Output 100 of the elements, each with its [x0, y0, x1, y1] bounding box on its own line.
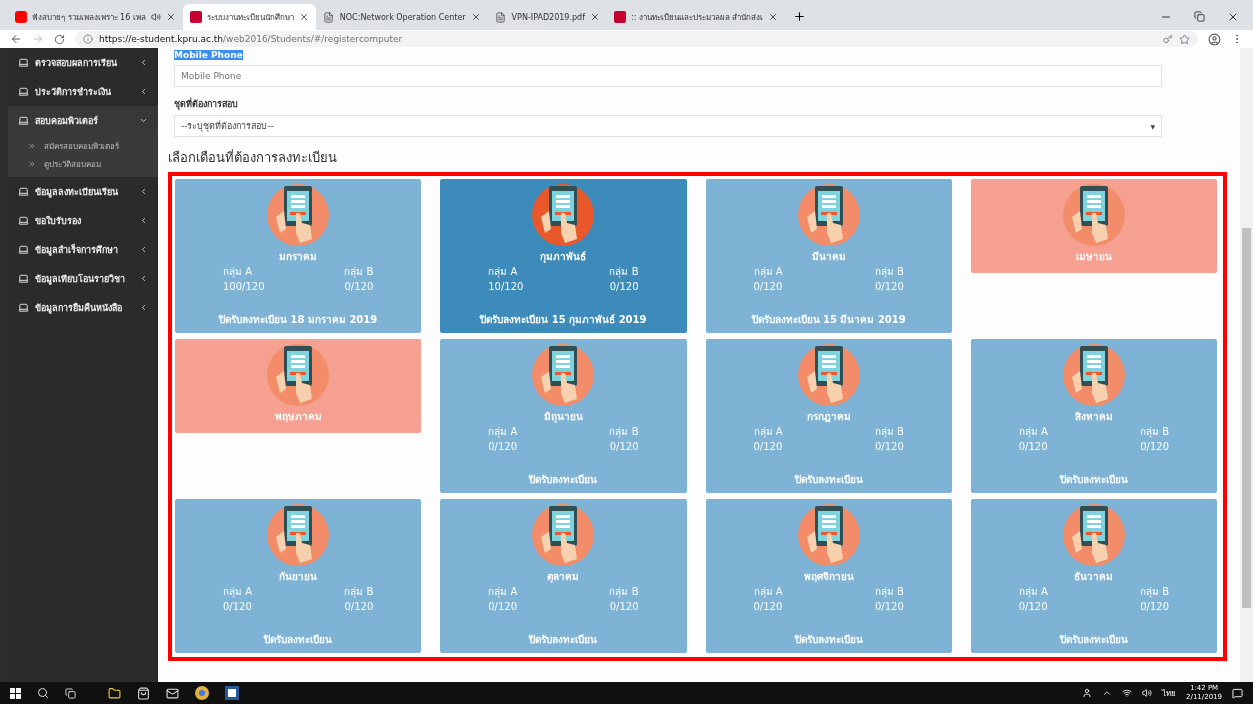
document-app-icon[interactable] — [225, 686, 239, 700]
seat-count: 0/120 — [873, 600, 904, 614]
close-icon[interactable] — [298, 12, 309, 22]
mail-icon[interactable] — [166, 686, 179, 700]
profile-icon[interactable] — [1208, 32, 1221, 46]
people-icon[interactable] — [1082, 688, 1093, 698]
sidebar-item[interactable]: ข้อมูลเทียบโอนรายวิชา — [8, 264, 158, 293]
chevron-up-icon[interactable] — [1102, 688, 1113, 698]
registration-status: ปิดรับลงทะเบียน 15 กุมภาพันธ์ 2019 — [480, 313, 647, 327]
document-icon — [322, 11, 335, 23]
seat-count: 0/120 — [343, 600, 374, 614]
scrollbar[interactable] — [1240, 48, 1253, 682]
phone-input[interactable]: Mobile Phone — [174, 65, 1162, 87]
chevron-left-icon — [139, 274, 148, 283]
browser-tab[interactable]: ฟังสบายๆ รวมเพลงเพราะ 16 เพล — [8, 4, 183, 30]
speaker-icon[interactable] — [1142, 688, 1153, 698]
laptop-icon — [18, 57, 29, 68]
sidebar-item[interactable]: ข้อมูลสำเร็จการศึกษา — [8, 235, 158, 264]
sidebar-item[interactable]: ขอใบรับรอง — [8, 206, 158, 235]
tablet-hand-icon — [531, 503, 596, 567]
restore-icon[interactable] — [1194, 11, 1205, 22]
laptop-icon — [18, 273, 29, 284]
seat-count: 0/120 — [873, 280, 904, 294]
sidebar-item[interactable]: สอบคอมพิวเตอร์ — [8, 106, 158, 135]
tablet-hand-icon — [796, 343, 861, 407]
seat-count: 0/120 — [608, 600, 639, 614]
tablet-hand-icon — [1061, 183, 1126, 247]
group-label: กลุ่ม A — [753, 265, 784, 279]
registration-status: ปิดรับลงทะเบียน — [1059, 633, 1128, 647]
sidebar-item[interactable]: ตรวจสอบผลการเรียน — [8, 48, 158, 77]
document-icon — [494, 11, 507, 23]
group-label: กลุ่ม B — [1138, 585, 1169, 599]
windows-icon[interactable] — [10, 687, 21, 699]
seat-count: 0/120 — [873, 440, 904, 454]
new-tab-icon[interactable] — [793, 10, 807, 23]
close-icon[interactable] — [589, 12, 600, 22]
chevron-left-icon — [139, 303, 148, 312]
back-icon[interactable] — [10, 33, 22, 45]
chevron-left-icon — [139, 187, 148, 196]
sidebar-subitem[interactable]: ดูประวัติสอบคอม — [8, 155, 158, 173]
chrome-icon[interactable] — [195, 686, 209, 700]
registration-status: ปิดรับลงทะเบียน — [264, 633, 333, 647]
star-icon[interactable] — [1179, 33, 1190, 45]
chevron-down-icon — [139, 116, 148, 125]
tablet-hand-icon — [531, 343, 596, 407]
sidebar-subitem[interactable]: สมัครสอบคอมพิวเตอร์ — [8, 137, 158, 155]
language-indicator[interactable]: ไทย — [1162, 686, 1177, 700]
registration-status: ปิดรับลงทะเบียน 15 มีนาคม 2019 — [751, 313, 906, 327]
group-label: กลุ่ม A — [1018, 585, 1049, 599]
seat-count: 0/120 — [753, 280, 784, 294]
registration-status: ปิดรับลงทะเบียน — [529, 473, 598, 487]
browser-tab[interactable]: :: งานทะเบียนและประมวลผล สำนักส่งเ — [606, 4, 786, 30]
laptop-icon — [18, 244, 29, 255]
registration-status: ปิดรับลงทะเบียน — [529, 633, 598, 647]
group-label: กลุ่ม A — [753, 585, 784, 599]
search-icon[interactable] — [37, 687, 49, 699]
chevron-left-icon — [139, 216, 148, 225]
address-bar[interactable]: https://e-student.kpru.ac.th/web2016/Students/#/registercomputer — [75, 31, 1198, 47]
browser-tab[interactable]: ระบบงานทะเบียนนักศึกษา — [182, 4, 316, 30]
seat-count: 0/120 — [753, 600, 784, 614]
wifi-icon[interactable] — [1122, 688, 1133, 698]
notification-icon[interactable] — [1232, 687, 1243, 699]
seat-count: 0/120 — [1018, 600, 1049, 614]
seat-count: 0/120 — [1139, 440, 1169, 454]
sidebar-item[interactable]: ข้อมูลลงทะเบียนเรียน — [8, 177, 158, 206]
seat-count: 0/120 — [488, 440, 519, 454]
tablet-hand-icon — [266, 503, 331, 567]
seat-count: 0/120 — [343, 280, 374, 294]
key-icon[interactable] — [1163, 34, 1173, 44]
laptop-icon — [18, 302, 29, 313]
seat-count: 0/120 — [488, 600, 519, 614]
close-icon[interactable] — [768, 12, 779, 22]
group-label: กลุ่ม B — [343, 585, 374, 599]
browser-tab[interactable]: NOC:Network Operation Center — [315, 4, 488, 30]
tablet-hand-icon — [531, 183, 596, 247]
group-label: กลุ่ม A — [488, 425, 519, 439]
folder-icon[interactable] — [108, 686, 121, 700]
browser-tab[interactable]: VPN-IPAD2019.pdf — [487, 4, 607, 30]
chevron-left-icon — [139, 58, 148, 67]
field-label: Mobile Phone — [174, 50, 243, 60]
seat-count: 0/120 — [753, 440, 784, 454]
chevron-left-icon — [139, 245, 148, 254]
tablet-hand-icon — [796, 183, 861, 247]
reload-icon[interactable] — [54, 33, 65, 45]
chevron-left-icon — [139, 87, 148, 96]
registration-status: ปิดรับลงทะเบียน — [794, 473, 863, 487]
close-icon[interactable] — [470, 12, 481, 22]
close-icon[interactable] — [1227, 11, 1239, 23]
task-view-icon[interactable] — [65, 687, 76, 699]
close-icon[interactable] — [165, 12, 176, 22]
laptop-icon — [18, 186, 29, 197]
sidebar-item[interactable]: ข้อมูลการยืมคืนหนังสือ — [8, 293, 158, 322]
registration-status: ปิดรับลงทะเบียน — [1059, 473, 1128, 487]
seat-count: 0/120 — [608, 280, 639, 294]
store-icon[interactable] — [137, 686, 150, 700]
tablet-hand-icon — [1061, 343, 1126, 407]
sidebar-item[interactable]: ประวัติการชำระเงิน — [8, 77, 158, 106]
month-card[interactable]: กุมภาพันธ์ กลุ่ม A กลุ่ม B 10/120 0/120 ปิดรับลงทะเบียน 15 กุมภาพันธ์ 2019 — [440, 179, 687, 333]
group-label: กลุ่ม A — [223, 265, 254, 279]
registration-status: ปิดรับลงทะเบียน 18 มกราคม 2019 — [219, 313, 378, 327]
